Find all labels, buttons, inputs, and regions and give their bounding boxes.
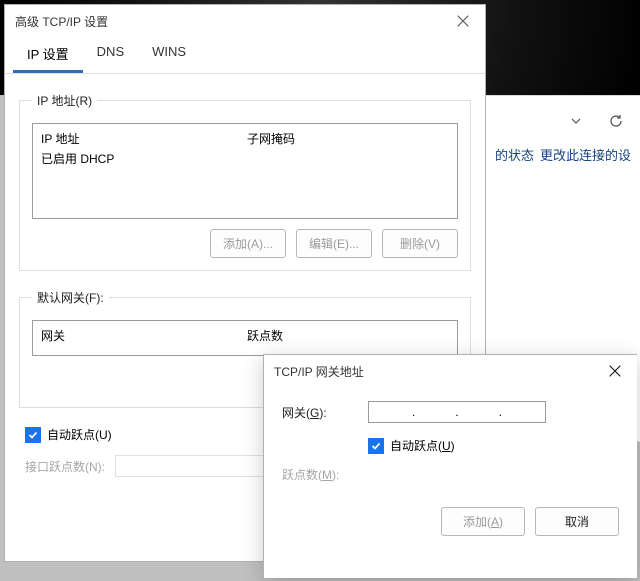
- row-ip-value: 已启用 DHCP: [41, 150, 243, 170]
- row-mask-value: [247, 150, 449, 170]
- ip-addresses-list[interactable]: IP 地址 子网掩码 已启用 DHCP: [32, 123, 458, 219]
- auto-metric-label: 自动跃点(U): [390, 437, 455, 454]
- titlebar: 高级 TCP/IP 设置: [5, 5, 485, 37]
- refresh-icon[interactable]: [602, 107, 630, 135]
- tab-wins[interactable]: WINS: [138, 37, 200, 73]
- default-gateways-legend: 默认网关(F):: [32, 289, 109, 306]
- tab-dns[interactable]: DNS: [83, 37, 138, 73]
- close-button[interactable]: [441, 5, 485, 37]
- col-subnet-mask: 子网掩码: [247, 130, 449, 150]
- auto-metric-checkbox[interactable]: [25, 427, 41, 443]
- close-button[interactable]: [593, 355, 637, 387]
- tabstrip: IP 设置 DNS WINS: [5, 37, 485, 74]
- gateways-list[interactable]: 网关 跃点数: [32, 320, 458, 356]
- metric-field-label: 跃点数(M):: [282, 466, 368, 483]
- gateway-ip-input[interactable]: . . .: [368, 401, 546, 423]
- dialog-title: 高级 TCP/IP 设置: [15, 13, 108, 30]
- gateway-add-button: 添加(A): [441, 507, 525, 536]
- col-metric: 跃点数: [247, 327, 449, 347]
- ip-edit-button: 编辑(E)...: [296, 229, 372, 258]
- tab-ip-settings[interactable]: IP 设置: [13, 37, 83, 73]
- auto-metric-checkbox[interactable]: [368, 438, 384, 454]
- ip-add-button: 添加(A)...: [210, 229, 286, 258]
- gateway-cancel-button[interactable]: 取消: [535, 507, 619, 536]
- titlebar: TCP/IP 网关地址: [264, 355, 637, 387]
- link-status[interactable]: 的状态: [495, 145, 534, 164]
- background-toolbar: [485, 105, 640, 137]
- background-links: 的状态 更改此连接的设: [485, 145, 640, 164]
- ip-delete-button: 删除(V): [382, 229, 458, 258]
- interface-metric-label: 接口跃点数(N):: [25, 458, 105, 475]
- gateway-field-label: 网关(G):: [282, 404, 368, 421]
- link-change-settings[interactable]: 更改此连接的设: [540, 145, 631, 164]
- ip-addresses-group: IP 地址(R) IP 地址 子网掩码 已启用 DHCP 添加(A)... 编辑…: [19, 92, 471, 271]
- ip-addresses-legend: IP 地址(R): [32, 92, 97, 109]
- interface-metric-input: [115, 455, 275, 477]
- auto-metric-label: 自动跃点(U): [47, 426, 112, 443]
- gateway-address-dialog: TCP/IP 网关地址 网关(G): . . .: [263, 354, 637, 578]
- col-ip-address: IP 地址: [41, 130, 243, 150]
- col-gateway: 网关: [41, 327, 243, 347]
- dialog-title: TCP/IP 网关地址: [274, 363, 364, 380]
- chevron-down-icon[interactable]: [562, 107, 590, 135]
